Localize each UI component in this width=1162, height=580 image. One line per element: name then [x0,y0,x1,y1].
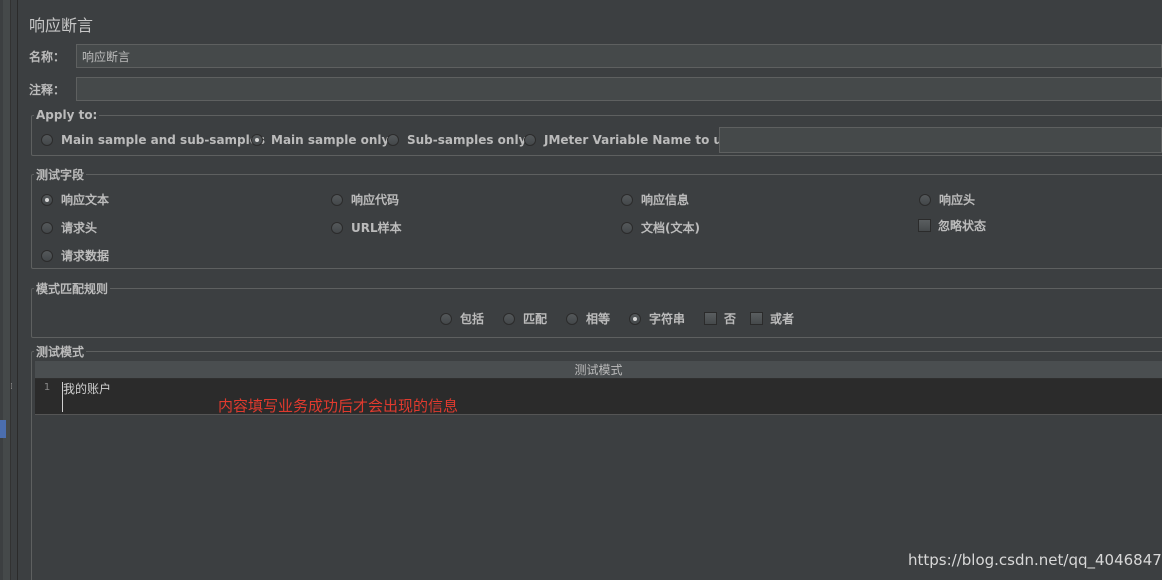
field-to-test-group: 测试字段 [31,166,1162,269]
radio-selected-icon [251,134,263,146]
ignore-status-checkbox[interactable]: 忽略状态 [918,217,986,234]
comment-label: 注释： [29,83,66,97]
radio-icon [41,249,53,262]
radio-selected-icon [629,312,641,325]
apply-jmeter-variable-radio[interactable]: JMeter Variable Name to use [524,133,737,147]
test-field-request-headers-radio[interactable]: 请求头 [41,219,97,236]
radio-icon [621,221,633,234]
pattern-rules-group: 模式匹配规则 [31,280,1162,338]
patterns-column-header[interactable]: 测试模式 [35,361,1162,379]
rule-or-checkbox[interactable]: 或者 [750,310,794,327]
test-field-response-headers-radio[interactable]: 响应头 [919,191,975,208]
test-field-response-text-radio[interactable]: 响应文本 [41,191,109,208]
apply-main-and-sub-radio[interactable]: Main sample and sub-samples [41,133,265,147]
test-field-url-sampled-radio[interactable]: URL样本 [331,219,402,236]
pattern-rules-legend: 模式匹配规则 [36,282,109,296]
radio-icon [919,193,931,206]
checkbox-icon [750,312,763,325]
name-field[interactable] [76,44,1162,68]
patterns-to-test-legend: 测试模式 [36,345,85,359]
checkbox-icon [704,312,717,325]
rule-contains-radio[interactable]: 包括 [440,310,484,327]
pattern-editor[interactable]: 1 我的账户 [35,379,1162,415]
rule-substring-radio[interactable]: 字符串 [629,310,685,327]
field-to-test-legend: 测试字段 [36,168,85,182]
radio-icon [41,134,53,146]
test-field-response-code-radio[interactable]: 响应代码 [331,191,399,208]
test-field-response-message-radio[interactable]: 响应信息 [621,191,689,208]
tree-selection-marker [0,420,6,438]
splitter-grip-icon[interactable]: ⁞ [10,383,16,400]
radio-selected-icon [41,193,53,206]
comment-field[interactable] [76,77,1162,101]
line-number: 1 [43,382,51,393]
radio-icon [41,221,53,234]
name-label: 名称： [29,50,66,64]
apply-to-legend: Apply to: [36,108,98,122]
radio-icon [524,134,536,146]
watermark: https://blog.csdn.net/qq_40468470 [908,551,1162,569]
test-field-document-text-radio[interactable]: 文档(文本) [621,219,700,236]
annotation-note: 内容填写业务成功后才会出现的信息 [218,397,459,415]
apply-sub-only-radio[interactable]: Sub-samples only [387,133,526,147]
left-splitter[interactable] [0,0,18,580]
radio-icon [621,193,633,206]
radio-icon [331,221,343,234]
rule-equals-radio[interactable]: 相等 [566,310,610,327]
radio-icon [503,312,515,325]
pattern-text[interactable]: 我的账户 [63,380,111,397]
rule-not-checkbox[interactable]: 否 [704,310,736,327]
radio-icon [387,134,399,146]
radio-icon [331,193,343,206]
apply-main-only-radio[interactable]: Main sample only [251,133,389,147]
checkbox-icon [918,219,931,232]
test-field-request-data-radio[interactable]: 请求数据 [41,247,109,264]
rule-matches-radio[interactable]: 匹配 [503,310,547,327]
jmeter-variable-field[interactable] [719,127,1162,153]
radio-icon [566,312,578,325]
panel-title: 响应断言 [29,16,94,35]
radio-icon [440,312,452,325]
